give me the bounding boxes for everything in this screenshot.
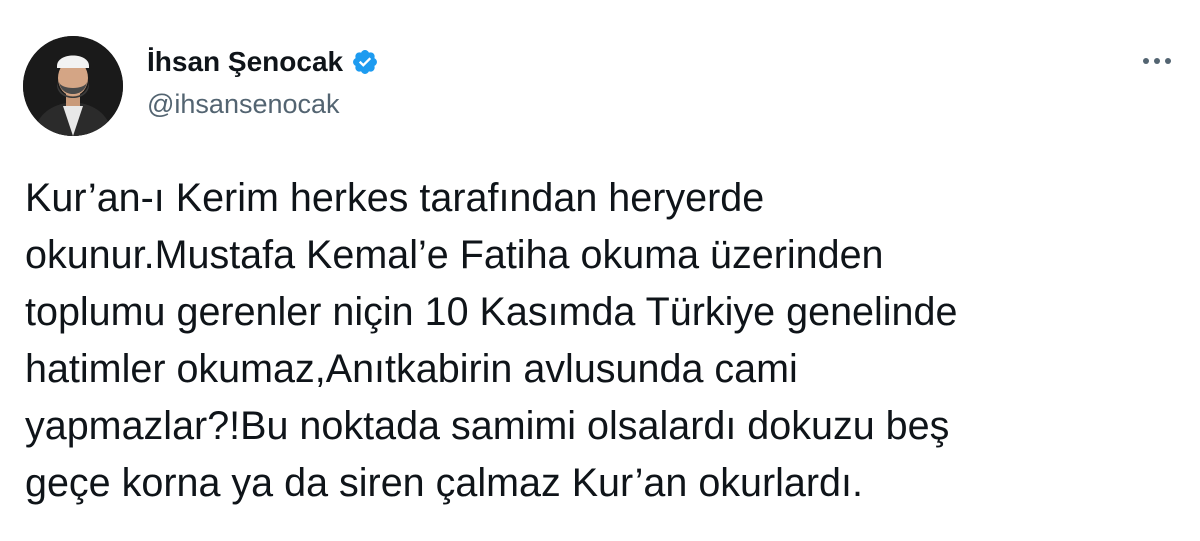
tweet-text-line: toplumu gerenler niçin 10 Kasımda Türkiy… — [25, 290, 958, 334]
tweet-text-line: okunur.Mustafa Kemal’e Fatiha okuma üzer… — [25, 233, 884, 277]
user-handle[interactable]: @ihsansenocak — [147, 87, 340, 121]
tweet-text: Kur’an-ı Kerim herkes tarafından heryerd… — [25, 170, 1175, 512]
more-options-icon — [1143, 58, 1171, 64]
verified-badge-icon — [351, 48, 379, 76]
tweet-text-line: geçe korna ya da siren çalmaz Kur’an oku… — [25, 461, 863, 505]
avatar-image — [23, 36, 123, 136]
tweet-text-line: yapmazlar?!Bu noktada samimi olsalardı d… — [25, 404, 950, 448]
display-name[interactable]: İhsan Şenocak — [147, 44, 343, 80]
tweet-card: İhsan Şenocak @ihsansenocak Kur’an-ı Ker… — [0, 0, 1200, 541]
more-options-button[interactable] — [1132, 46, 1182, 76]
tweet-text-line: hatimler okumaz,Anıtkabirin avlusunda ca… — [25, 347, 798, 391]
avatar[interactable] — [23, 36, 123, 136]
name-row: İhsan Şenocak — [147, 44, 379, 80]
tweet-text-line: Kur’an-ı Kerim herkes tarafından heryerd… — [25, 176, 765, 220]
